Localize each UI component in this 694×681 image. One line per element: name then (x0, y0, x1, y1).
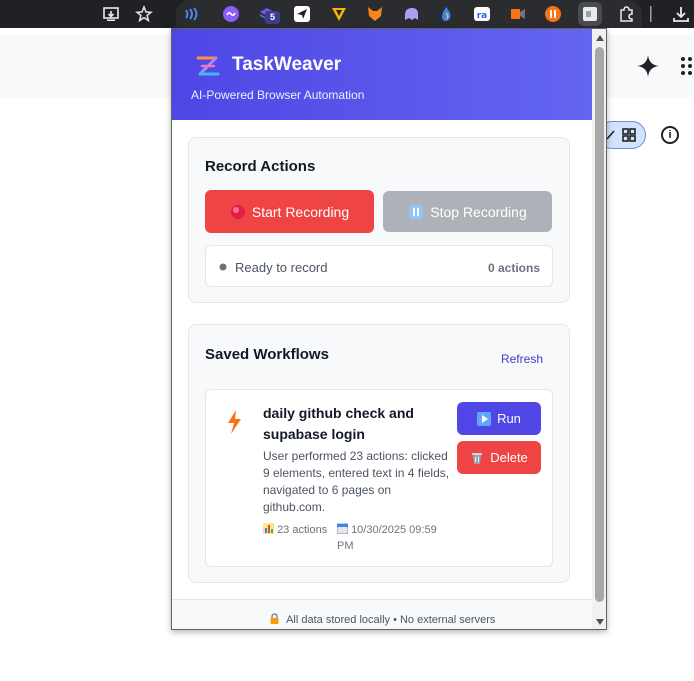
svg-text:ra: ra (477, 11, 488, 21)
workflows-section-title: Saved Workflows (205, 346, 329, 363)
scroll-up-arrow-icon[interactable] (596, 34, 604, 42)
extension-taskweaver-icon[interactable] (578, 2, 602, 26)
extension-popup: TaskWeaver AI-Powered Browser Automation… (171, 28, 607, 630)
wastebasket-icon (472, 452, 483, 464)
scroll-thumb[interactable] (595, 47, 604, 602)
app-title: TaskWeaver (232, 54, 342, 75)
workflow-description: User performed 23 actions: clicked 9 ele… (263, 449, 450, 514)
workflow-title: daily github check and supabase login (263, 405, 414, 442)
delete-label: Delete (490, 450, 528, 465)
extension-plane-icon[interactable] (290, 2, 314, 26)
toolbar-divider (646, 2, 656, 26)
saved-workflows-card: Saved Workflows Refresh daily github che… (188, 324, 570, 583)
workflow-item: daily github check and supabase login Us… (205, 389, 553, 567)
scroll-down-arrow-icon[interactable] (596, 618, 604, 626)
extension-drop-icon[interactable] (434, 2, 458, 26)
download-icon[interactable] (669, 2, 693, 26)
start-recording-label: Start Recording (251, 203, 350, 220)
workflow-date: 10/30/2025 09:59 PM (337, 524, 437, 552)
actions-count: 0 actions (487, 261, 540, 275)
popup-header: TaskWeaver AI-Powered Browser Automation (172, 29, 592, 120)
pause-icon (409, 204, 424, 219)
apps-grid-icon[interactable] (680, 56, 694, 81)
info-icon[interactable]: i (661, 126, 679, 144)
sparkle-icon[interactable] (636, 54, 660, 85)
workflow-date-meta: 10/30/2025 09:59 PM (336, 522, 447, 554)
record-dot-icon (230, 204, 245, 219)
play-icon (477, 411, 492, 426)
browser-toolbar: 5 ra (0, 0, 694, 28)
recording-status: Ready to record 0 actions (205, 245, 553, 287)
bar-chart-icon (263, 523, 274, 534)
run-workflow-button[interactable]: Run (457, 402, 541, 435)
weave-logo-icon (195, 54, 221, 80)
app-subtitle: AI-Powered Browser Automation (191, 88, 365, 102)
record-actions-card: Record Actions Start Recording Stop Reco… (188, 137, 570, 303)
workflow-actions-count: 23 actions (277, 524, 328, 536)
record-section-title: Record Actions (205, 158, 316, 175)
extension-orange-icon[interactable] (541, 2, 565, 26)
status-text: Ready to record (235, 260, 328, 275)
footer-text: All data stored locally • No external se… (172, 613, 592, 626)
extension-triangle-icon[interactable] (327, 2, 351, 26)
extension-ghost-icon[interactable] (399, 2, 423, 26)
extension-camera-icon[interactable] (506, 2, 530, 26)
status-dot-icon (219, 263, 227, 271)
start-recording-button[interactable]: Start Recording (205, 190, 374, 233)
install-app-icon[interactable] (99, 2, 123, 26)
refresh-link[interactable]: Refresh (501, 352, 543, 366)
workflow-actions-meta: 23 actions (263, 522, 328, 538)
bookmark-star-icon[interactable] (132, 2, 156, 26)
run-label: Run (497, 411, 521, 426)
extension-badge: 5 (265, 11, 280, 24)
extension-purple-icon[interactable] (219, 2, 243, 26)
calendar-icon (336, 523, 349, 535)
extensions-puzzle-icon[interactable] (614, 2, 638, 26)
extension-wave-icon[interactable] (180, 2, 204, 26)
footer-note: All data stored locally • No external se… (286, 614, 496, 626)
lock-icon (270, 613, 279, 624)
extension-ra-icon[interactable]: ra (470, 2, 494, 26)
popup-footer: All data stored locally • No external se… (172, 599, 592, 629)
delete-workflow-button[interactable]: Delete (457, 441, 541, 474)
lightning-icon (228, 410, 241, 434)
stop-recording-label: Stop Recording (430, 203, 527, 220)
extension-fox-icon[interactable] (363, 2, 387, 26)
stop-recording-button[interactable]: Stop Recording (383, 191, 552, 232)
